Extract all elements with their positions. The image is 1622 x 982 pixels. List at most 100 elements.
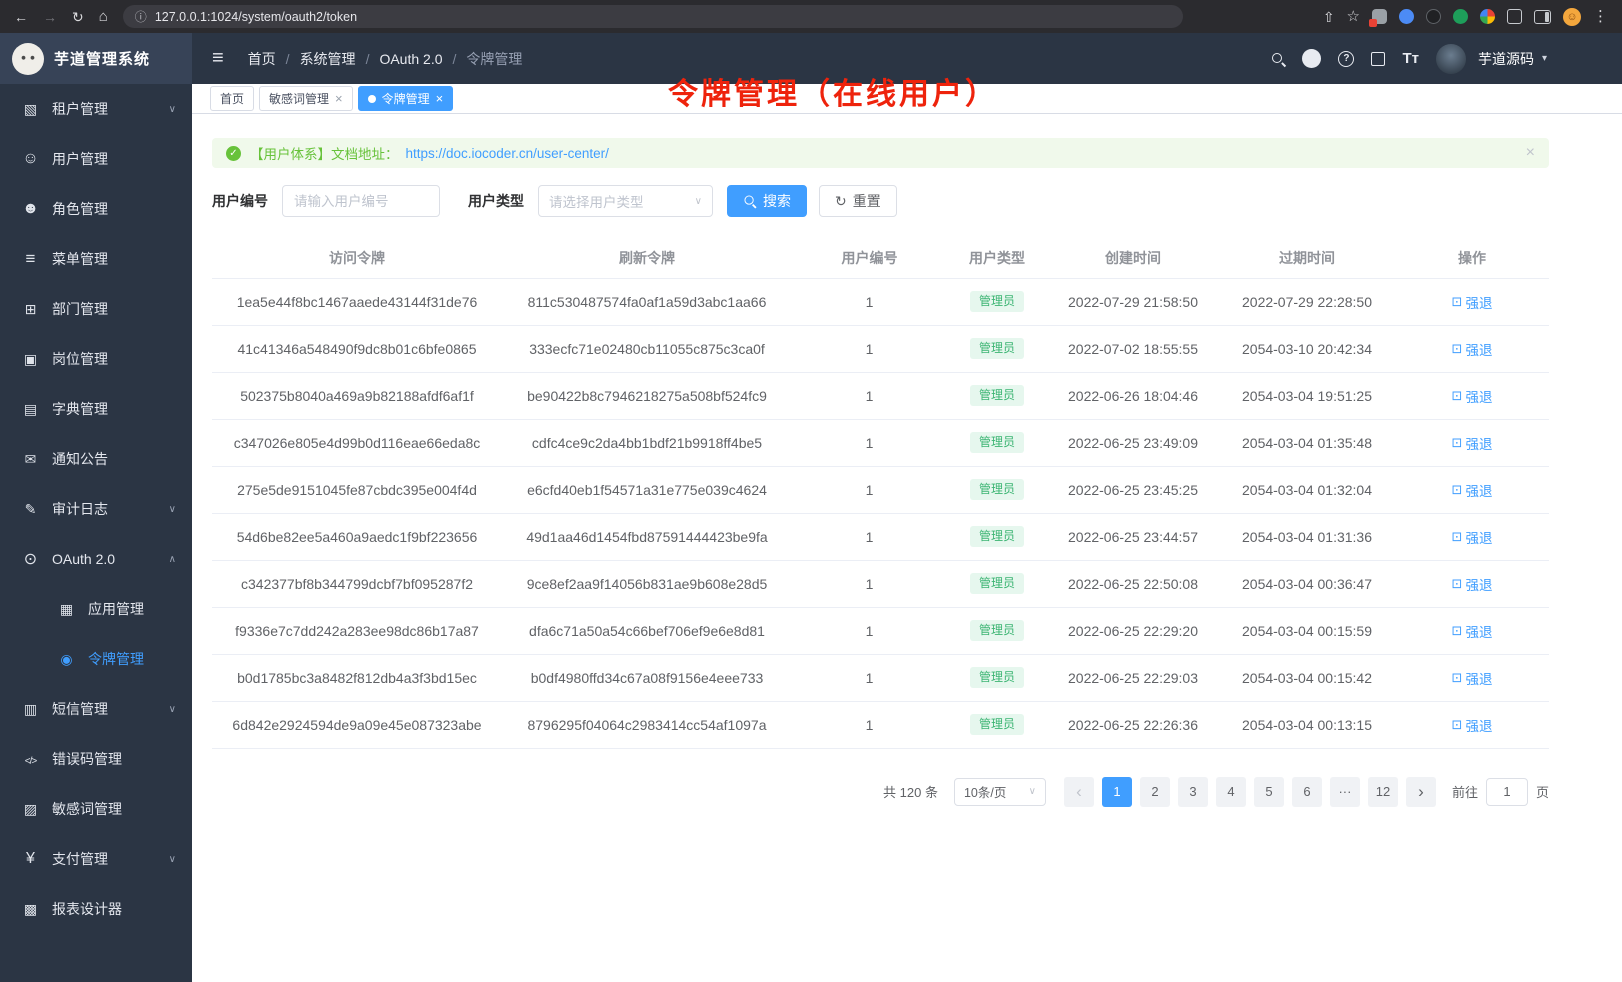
extension-icon[interactable] [1453,9,1468,24]
tab-sensitive-word[interactable]: 敏感词管理 [259,86,353,111]
force-logout-button[interactable]: 强退 [1452,386,1493,406]
force-logout-button[interactable]: 强退 [1452,621,1493,641]
chevron-down-icon [695,196,702,207]
breadcrumb-separator [453,51,457,67]
sidebar-item-token-manage[interactable]: 令牌管理 [0,634,192,684]
breadcrumb-item[interactable]: 首页 [248,49,276,69]
doc-link[interactable]: https://doc.iocoder.cn/user-center/ [406,146,609,161]
extension-icon[interactable] [1426,9,1441,24]
force-logout-button[interactable]: 强退 [1452,433,1493,453]
page-button[interactable]: 1 [1102,777,1132,807]
sidebar-item-role[interactable]: 角色管理 [0,184,192,234]
user-type-cell: 管理员 [947,560,1047,607]
table-row: c347026e805e4d99b0d116eae66eda8c cdfc4ce… [212,419,1549,466]
browser-profile-avatar[interactable] [1563,8,1581,26]
table-row: 54d6be82ee5a460a9aedc1f9bf223656 49d1aa4… [212,513,1549,560]
font-size-icon[interactable] [1402,50,1419,67]
sidebar-item-dept[interactable]: 部门管理 [0,284,192,334]
create-time-cell: 2022-06-25 23:49:09 [1047,419,1219,466]
user-type-badge: 管理员 [970,432,1024,454]
expire-time-cell: 2054-03-04 00:15:42 [1219,654,1395,701]
user-avatar[interactable] [1436,44,1466,74]
share-icon[interactable] [1323,10,1335,24]
expire-time-cell: 2054-03-04 01:32:04 [1219,466,1395,513]
forward-icon[interactable] [43,10,57,24]
sidebar-item-notice[interactable]: 通知公告 [0,434,192,484]
force-logout-button[interactable]: 强退 [1452,339,1493,359]
breadcrumb-item[interactable]: OAuth 2.0 [379,51,442,67]
sidebar-item-dict[interactable]: 字典管理 [0,384,192,434]
user-type-label: 用户类型 [468,191,524,211]
extension-icon[interactable] [1372,9,1387,24]
help-icon[interactable] [1338,51,1354,67]
page-button[interactable]: ··· [1330,777,1360,807]
page-size-select[interactable]: 10条/页 [954,778,1046,806]
role-icon [22,200,39,218]
page-content: 【用户体系】文档地址： https://doc.iocoder.cn/user-… [192,114,1622,982]
sidebar-item-report-designer[interactable]: 报表设计器 [0,884,192,934]
user-type-select[interactable]: 请选择用户类型 [538,185,713,217]
reload-icon[interactable] [72,10,84,24]
search-icon[interactable] [1271,52,1285,66]
close-icon[interactable] [1526,144,1535,162]
extensions-puzzle-icon[interactable] [1507,9,1522,24]
force-logout-button[interactable]: 强退 [1452,292,1493,312]
app-logo[interactable]: 芋道管理系统 [0,33,192,84]
delete-icon [1452,482,1463,498]
sidebar-item-sensitive-word[interactable]: 敏感词管理 [0,784,192,834]
extension-icon[interactable] [1399,9,1414,24]
page-button[interactable]: 3 [1178,777,1208,807]
menu-collapse-icon[interactable] [212,47,224,70]
force-logout-button[interactable]: 强退 [1452,715,1493,735]
fullscreen-icon[interactable] [1371,52,1385,66]
force-logout-button[interactable]: 强退 [1452,668,1493,688]
tab-home[interactable]: 首页 [210,86,254,111]
browser-menu-icon[interactable] [1593,9,1608,24]
page-button[interactable]: 4 [1216,777,1246,807]
sidebar-item-oauth[interactable]: OAuth 2.0 [0,534,192,584]
payment-icon [22,850,39,868]
page-button[interactable]: 2 [1140,777,1170,807]
force-logout-button[interactable]: 强退 [1452,480,1493,500]
sidebar-item-user[interactable]: 用户管理 [0,134,192,184]
page-button[interactable]: 5 [1254,777,1284,807]
address-bar[interactable]: 127.0.0.1:1024/system/oauth2/token [123,5,1183,28]
notice-icon [22,451,39,468]
side-panel-icon[interactable] [1534,10,1551,24]
page-button[interactable]: 12 [1368,777,1398,807]
user-type-cell: 管理员 [947,466,1047,513]
home-icon[interactable] [99,9,108,24]
token-icon [58,651,75,668]
sidebar-item-payment[interactable]: 支付管理 [0,834,192,884]
sidebar-item-sms[interactable]: 短信管理 [0,684,192,734]
sidebar-item-menu[interactable]: 菜单管理 [0,234,192,284]
goto-page-input[interactable] [1486,778,1528,806]
info-icon[interactable] [135,8,147,25]
sidebar-item-app-manage[interactable]: 应用管理 [0,584,192,634]
breadcrumb-separator [286,51,290,67]
next-page-button[interactable] [1406,777,1436,807]
breadcrumb-item[interactable]: 系统管理 [300,49,356,69]
page-button[interactable]: 6 [1292,777,1322,807]
prev-page-button[interactable] [1064,777,1094,807]
back-icon[interactable] [14,10,28,24]
action-cell: 强退 [1395,607,1549,654]
force-logout-button[interactable]: 强退 [1452,527,1493,547]
user-type-cell: 管理员 [947,701,1047,748]
bookmark-star-icon[interactable] [1347,9,1360,24]
sidebar-item-tenant[interactable]: 租户管理 [0,84,192,134]
extension-icon[interactable] [1480,9,1495,24]
tab-token-manage[interactable]: 令牌管理 [358,86,454,111]
sidebar-item-post[interactable]: 岗位管理 [0,334,192,384]
github-icon[interactable] [1302,49,1321,68]
close-icon[interactable] [436,91,444,106]
force-logout-button[interactable]: 强退 [1452,574,1493,594]
reset-button[interactable]: 重置 [819,185,897,217]
username[interactable]: 芋道源码 [1478,49,1534,69]
sidebar-item-error-code[interactable]: 错误码管理 [0,734,192,784]
close-icon[interactable] [335,91,343,106]
search-button[interactable]: 搜索 [727,185,807,217]
sidebar-item-audit-log[interactable]: 审计日志 [0,484,192,534]
user-type-badge: 管理员 [970,291,1024,313]
user-id-input[interactable] [282,185,440,217]
